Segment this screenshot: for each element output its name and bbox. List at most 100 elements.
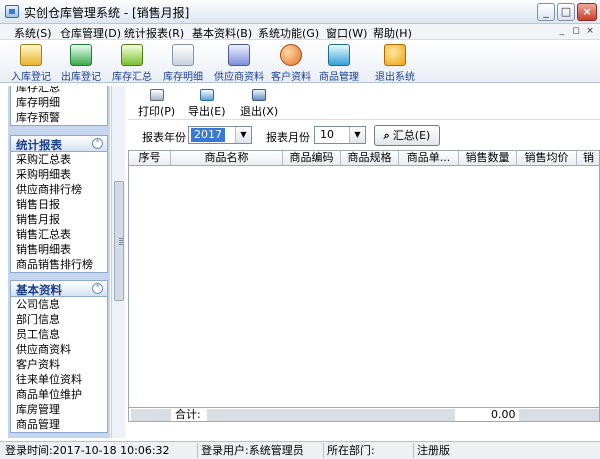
outbound-label: 出库登记 xyxy=(61,72,101,83)
menu-warehouse[interactable]: 仓库管理(D) xyxy=(60,25,121,41)
status-bar: 登录时间:2017-10-18 10:06:32 登录用户:系统管理员 所在部门… xyxy=(0,441,600,459)
sidebar-item-supplier-data[interactable]: 供应商资料 xyxy=(11,342,107,357)
chevron-down-icon[interactable]: ▼ xyxy=(349,127,365,143)
sidebar-item-sales-detail[interactable]: 销售明细表 xyxy=(11,242,107,257)
menu-bar: 系统(S) 仓库管理(D) 统计报表(R) 基本资料(B) 系统功能(G) 窗口… xyxy=(0,24,600,40)
month-label: 报表月份 xyxy=(266,131,310,144)
inbound-label: 入库登记 xyxy=(11,72,51,83)
menu-functions[interactable]: 系统功能(G) xyxy=(258,25,319,41)
mdi-minimize-button[interactable]: _ xyxy=(556,25,568,37)
collapse-icon[interactable]: ˄ xyxy=(92,138,103,149)
sidebar-item-product-unit[interactable]: 商品单位维护 xyxy=(11,387,107,402)
maximize-button[interactable]: □ xyxy=(557,3,575,21)
total-value: 0.00 xyxy=(491,408,516,421)
customer-button[interactable]: 客户资料 xyxy=(268,42,314,83)
sidebar: 库存汇总 库存明细 库存预警 统计报表 ˄ 采购汇总表 采购明细表 供应商排行榜… xyxy=(8,86,110,438)
column-header-product-code[interactable]: 商品编码 xyxy=(283,151,341,166)
column-header-avg-price[interactable]: 销售均价 xyxy=(517,151,577,166)
stock-summary-label: 库存汇总 xyxy=(112,72,152,83)
menu-help[interactable]: 帮助(H) xyxy=(373,25,412,41)
sidebar-item-warehouse-mgmt[interactable]: 库房管理 xyxy=(11,402,107,417)
exit-report-label: 退出(X) xyxy=(240,105,279,118)
exit-system-button[interactable]: 退出系统 xyxy=(372,42,418,83)
sidebar-item-monthly-sales[interactable]: 销售月报 xyxy=(11,212,107,227)
column-header-product-name[interactable]: 商品名称 xyxy=(171,151,283,166)
sidebar-group-inventory: 库存汇总 库存明细 库存预警 xyxy=(10,86,108,126)
mdi-restore-button[interactable]: ◻ xyxy=(570,25,582,37)
column-header-seq[interactable]: 序号 xyxy=(129,151,171,166)
menu-basic-data[interactable]: 基本资料(B) xyxy=(192,25,252,41)
menu-window[interactable]: 窗口(W) xyxy=(326,25,367,41)
summary-label: 汇总(E) xyxy=(392,129,431,142)
app-icon xyxy=(5,5,19,18)
customer-label: 客户资料 xyxy=(271,72,311,83)
stock-detail-button[interactable]: 库存明细 xyxy=(160,42,206,83)
stock-summary-button[interactable]: 库存汇总 xyxy=(109,42,155,83)
sidebar-group-basic-data: 基本资料 ˄ 公司信息 部门信息 员工信息 供应商资料 客户资料 往来单位资料 … xyxy=(10,280,108,433)
year-select[interactable]: 2017 ▼ xyxy=(188,126,252,144)
supplier-icon xyxy=(228,44,250,66)
sidebar-item-stock-summary[interactable]: 库存汇总 xyxy=(11,86,107,95)
year-label: 报表年份 xyxy=(142,131,186,144)
minimize-button[interactable]: _ xyxy=(537,3,555,21)
sidebar-item-stock-detail[interactable]: 库存明细 xyxy=(11,95,107,110)
export-label: 导出(E) xyxy=(188,105,226,118)
sidebar-item-purchase-summary[interactable]: 采购汇总表 xyxy=(11,152,107,167)
menu-system[interactable]: 系统(S) xyxy=(14,25,52,41)
sidebar-item-stock-alert[interactable]: 库存预警 xyxy=(11,110,107,125)
sidebar-item-daily-sales[interactable]: 销售日报 xyxy=(11,197,107,212)
inbound-icon xyxy=(20,44,42,66)
power-icon xyxy=(384,44,406,66)
summary-button[interactable]: ⌕ 汇总(E) xyxy=(374,125,440,146)
sales-monthly-grid[interactable]: 序号 商品名称 商品编码 商品规格 商品单... 销售数量 销售均价 销 合计:… xyxy=(128,150,600,422)
main-toolbar: 入库登记 出库登记 库存汇总 库存明细 供应商资料 客户资料 商品管理 退出系统 xyxy=(0,41,600,83)
window-title: 实创仓库管理系统 - [销售月报] xyxy=(24,6,190,20)
column-header-sales-more[interactable]: 销 xyxy=(577,151,599,166)
product-button[interactable]: 商品管理 xyxy=(316,42,362,83)
sidebar-item-partner-data[interactable]: 往来单位资料 xyxy=(11,372,107,387)
sidebar-item-company-info[interactable]: 公司信息 xyxy=(11,297,107,312)
group-title: 统计报表 xyxy=(16,138,62,152)
export-icon xyxy=(200,89,214,101)
sidebar-item-sales-summary[interactable]: 销售汇总表 xyxy=(11,227,107,242)
sidebar-group-header[interactable]: 基本资料 ˄ xyxy=(11,281,107,297)
customer-icon xyxy=(280,44,302,66)
sidebar-item-purchase-detail[interactable]: 采购明细表 xyxy=(11,167,107,182)
close-button[interactable]: × xyxy=(577,3,597,21)
column-header-product-spec[interactable]: 商品规格 xyxy=(341,151,399,166)
sidebar-item-employee-info[interactable]: 员工信息 xyxy=(11,327,107,342)
print-button[interactable]: 打印(P) xyxy=(136,89,176,118)
binoculars-icon: ⌕ xyxy=(383,129,390,142)
print-label: 打印(P) xyxy=(138,105,176,118)
status-login-user: 登录用户:系统管理员 xyxy=(198,443,324,458)
exit-report-button[interactable]: 退出(X) xyxy=(238,89,279,118)
menu-reports[interactable]: 统计报表(R) xyxy=(124,25,184,41)
scrollbar-thumb[interactable] xyxy=(114,181,124,301)
sidebar-item-product-mgmt[interactable]: 商品管理 xyxy=(11,417,107,432)
printer-icon xyxy=(150,89,164,101)
chevron-down-icon[interactable]: ▼ xyxy=(235,127,251,143)
supplier-button[interactable]: 供应商资料 xyxy=(212,42,266,83)
sidebar-item-department-info[interactable]: 部门信息 xyxy=(11,312,107,327)
grid-footer: 合计: 0.00 xyxy=(129,407,599,421)
exit-system-label: 退出系统 xyxy=(375,72,415,83)
outbound-icon xyxy=(70,44,92,66)
sidebar-item-supplier-ranking[interactable]: 供应商排行榜 xyxy=(11,182,107,197)
sidebar-scrollbar[interactable] xyxy=(111,86,125,438)
stock-detail-label: 库存明细 xyxy=(163,72,203,83)
sidebar-item-customer-data[interactable]: 客户资料 xyxy=(11,357,107,372)
column-header-sales-qty[interactable]: 销售数量 xyxy=(459,151,517,166)
sidebar-group-header[interactable]: 统计报表 ˄ xyxy=(11,136,107,152)
collapse-icon[interactable]: ˄ xyxy=(92,283,103,294)
mdi-close-button[interactable]: × xyxy=(584,25,596,37)
status-edition: 注册版 xyxy=(417,444,450,457)
total-label: 合计: xyxy=(175,408,201,421)
outbound-button[interactable]: 出库登记 xyxy=(58,42,104,83)
report-filter-row: 报表年份 2017 ▼ 报表月份 10 ▼ ⌕ 汇总(E) xyxy=(128,121,600,149)
sidebar-item-product-sales-ranking[interactable]: 商品销售排行榜 xyxy=(11,257,107,272)
column-header-product-unit[interactable]: 商品单... xyxy=(399,151,459,166)
export-button[interactable]: 导出(E) xyxy=(186,89,226,118)
inbound-button[interactable]: 入库登记 xyxy=(8,42,54,83)
stock-detail-icon xyxy=(172,44,194,66)
month-select[interactable]: 10 ▼ xyxy=(314,126,366,144)
